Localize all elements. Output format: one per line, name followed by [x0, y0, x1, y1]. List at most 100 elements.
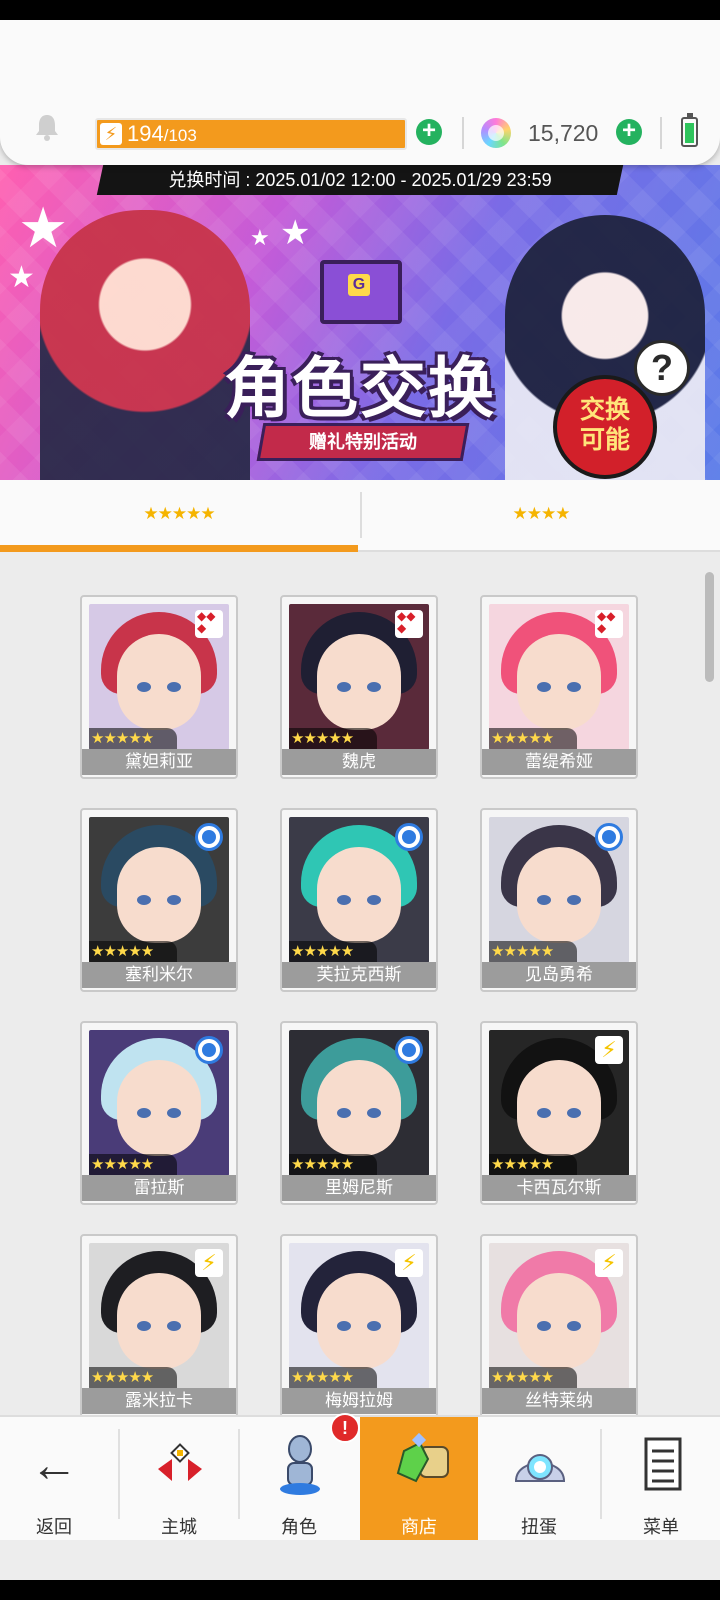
rarity-stars: ★★★★★	[89, 941, 177, 963]
portrait-eye	[337, 1108, 351, 1118]
stamina-current: 194	[127, 121, 164, 146]
lightning-type-icon: ⚡	[395, 1249, 423, 1277]
tab-five-star[interactable]: ★★★★★	[0, 480, 358, 552]
rarity-stars: ★★★★★	[89, 728, 177, 750]
character-card[interactable]: ★★★★★ 雷拉斯	[80, 1021, 238, 1205]
portrait-face	[317, 1060, 401, 1156]
menu-icon	[644, 1437, 682, 1491]
character-portrait: ⚡ ★★★★★	[489, 1243, 629, 1389]
portrait-eye	[567, 1321, 581, 1331]
character-portrait: ★★★★★	[289, 817, 429, 963]
portrait-face	[517, 1060, 601, 1156]
scrollbar[interactable]	[705, 572, 714, 682]
shop-icon	[396, 1432, 449, 1483]
character-name: 露米拉卡	[82, 1388, 236, 1414]
gem-icon	[481, 118, 511, 148]
star-decoration: ★	[280, 214, 311, 252]
character-label: 角色	[281, 1517, 317, 1537]
character-portrait: ★★★★★	[89, 817, 229, 963]
banner-subtitle: 赠礼特别活动	[309, 432, 417, 452]
bottom-nav: ← 返回 主城 ! 角色 商店 扭蛋 菜单	[0, 1413, 720, 1542]
stamina-value: 194/103	[127, 120, 197, 150]
gacha-label: 扭蛋	[521, 1517, 557, 1537]
character-card[interactable]: ★★★★★黛妲莉亚	[80, 595, 238, 779]
menu-label: 菜单	[643, 1517, 679, 1537]
nav-character[interactable]: ! 角色	[240, 1413, 360, 1542]
game-screen: ⚡ 194/103 + 15,720 + ★ ★ ★ ★ 兑换时间 : 2025…	[0, 20, 720, 1580]
rarity-stars: ★★★★★	[89, 1367, 177, 1389]
portrait-eye	[537, 682, 551, 692]
portrait-eye	[367, 895, 381, 905]
character-portrait: ★★★★★	[489, 817, 629, 963]
portrait-eye	[567, 895, 581, 905]
tab-active-indicator	[0, 545, 358, 552]
exchange-available-badge: 交换 可能	[553, 375, 657, 479]
gems-value: 15,720	[528, 120, 599, 146]
help-button[interactable]: ?	[634, 340, 690, 396]
rarity-stars: ★★★★★	[489, 1367, 577, 1389]
portrait-face	[317, 847, 401, 943]
character-card[interactable]: ⚡ ★★★★★ 露米拉卡	[80, 1234, 238, 1418]
nav-menu[interactable]: 菜单	[602, 1417, 720, 1542]
portrait-eye	[337, 1321, 351, 1331]
character-portrait: ★★★★★	[89, 1030, 229, 1176]
star-decoration: ★	[18, 196, 69, 259]
portrait-eye	[167, 1108, 181, 1118]
character-name: 梅姆拉姆	[282, 1388, 436, 1414]
rarity-stars: ★★★★★	[289, 1154, 377, 1176]
character-card[interactable]: ★★★★★蕾缇希娅	[480, 595, 638, 779]
portrait-face	[117, 634, 201, 730]
bell-icon[interactable]	[32, 112, 62, 142]
water-type-icon	[595, 823, 623, 851]
character-card[interactable]: ⚡ ★★★★★ 丝特莱纳	[480, 1234, 638, 1418]
portrait-eye	[337, 682, 351, 692]
rarity-stars: ★★★★★	[89, 1154, 177, 1176]
nav-gacha[interactable]: 扭蛋	[480, 1417, 598, 1542]
shop-label: 商店	[401, 1517, 437, 1537]
nav-home[interactable]: 主城	[120, 1417, 238, 1542]
character-card[interactable]: ★★★★★ 见岛勇希	[480, 808, 638, 992]
badge-line-1: 交换	[579, 396, 630, 424]
portrait-eye	[367, 682, 381, 692]
home-label: 主城	[161, 1517, 197, 1537]
add-stamina-button[interactable]: +	[416, 119, 442, 145]
character-card[interactable]: ⚡ ★★★★★ 卡西瓦尔斯	[480, 1021, 638, 1205]
water-type-icon	[395, 823, 423, 851]
character-portrait: ★★★★★	[489, 604, 629, 750]
character-card[interactable]: ⚡ ★★★★★ 梅姆拉姆	[280, 1234, 438, 1418]
character-grid: ★★★★★黛妲莉亚★★★★★魏虎★★★★★蕾缇希娅★★★★★塞利米尔★★★★★芙…	[0, 552, 720, 1442]
character-card[interactable]: ★★★★★ 芙拉克西斯	[280, 808, 438, 992]
character-card[interactable]: ★★★★★魏虎	[280, 595, 438, 779]
event-banner: ★ ★ ★ ★ 兑换时间 : 2025.01/02 12:00 - 2025.0…	[0, 165, 720, 480]
star-decoration: ★	[8, 261, 35, 294]
portrait-eye	[167, 895, 181, 905]
rarity-stars: ★★★★★	[289, 941, 377, 963]
fire-type-icon	[195, 610, 223, 638]
character-name: 黛妲莉亚	[82, 749, 236, 775]
tab-four-star[interactable]: ★★★★	[362, 480, 720, 550]
character-card[interactable]: ★★★★★ 里姆尼斯	[280, 1021, 438, 1205]
portrait-eye	[137, 1108, 151, 1118]
lightning-type-icon: ⚡	[195, 1249, 223, 1277]
stamina-icon: ⚡	[100, 123, 122, 145]
character-portrait: ★★★★★	[89, 604, 229, 750]
portrait-face	[317, 1273, 401, 1369]
portrait-eye	[537, 1321, 551, 1331]
portrait-face	[517, 634, 601, 730]
rarity-tabs: ★★★★★ ★★★★	[0, 480, 720, 552]
portrait-eye	[367, 1108, 381, 1118]
character-portrait: ⚡ ★★★★★	[289, 1243, 429, 1389]
nav-shop[interactable]: 商店	[360, 1417, 478, 1542]
fire-type-icon	[595, 610, 623, 638]
portrait-eye	[137, 1321, 151, 1331]
back-button[interactable]: ← 返回	[0, 1417, 108, 1542]
character-portrait: ★★★★★	[289, 604, 429, 750]
character-name: 塞利米尔	[82, 962, 236, 988]
character-name: 卡西瓦尔斯	[482, 1175, 636, 1201]
gacha-icon	[514, 1454, 566, 1482]
character-name: 魏虎	[282, 749, 436, 775]
fire-type-icon	[395, 610, 423, 638]
rarity-stars: ★★★★★	[489, 728, 577, 750]
add-gems-button[interactable]: +	[616, 119, 642, 145]
character-card[interactable]: ★★★★★ 塞利米尔	[80, 808, 238, 992]
